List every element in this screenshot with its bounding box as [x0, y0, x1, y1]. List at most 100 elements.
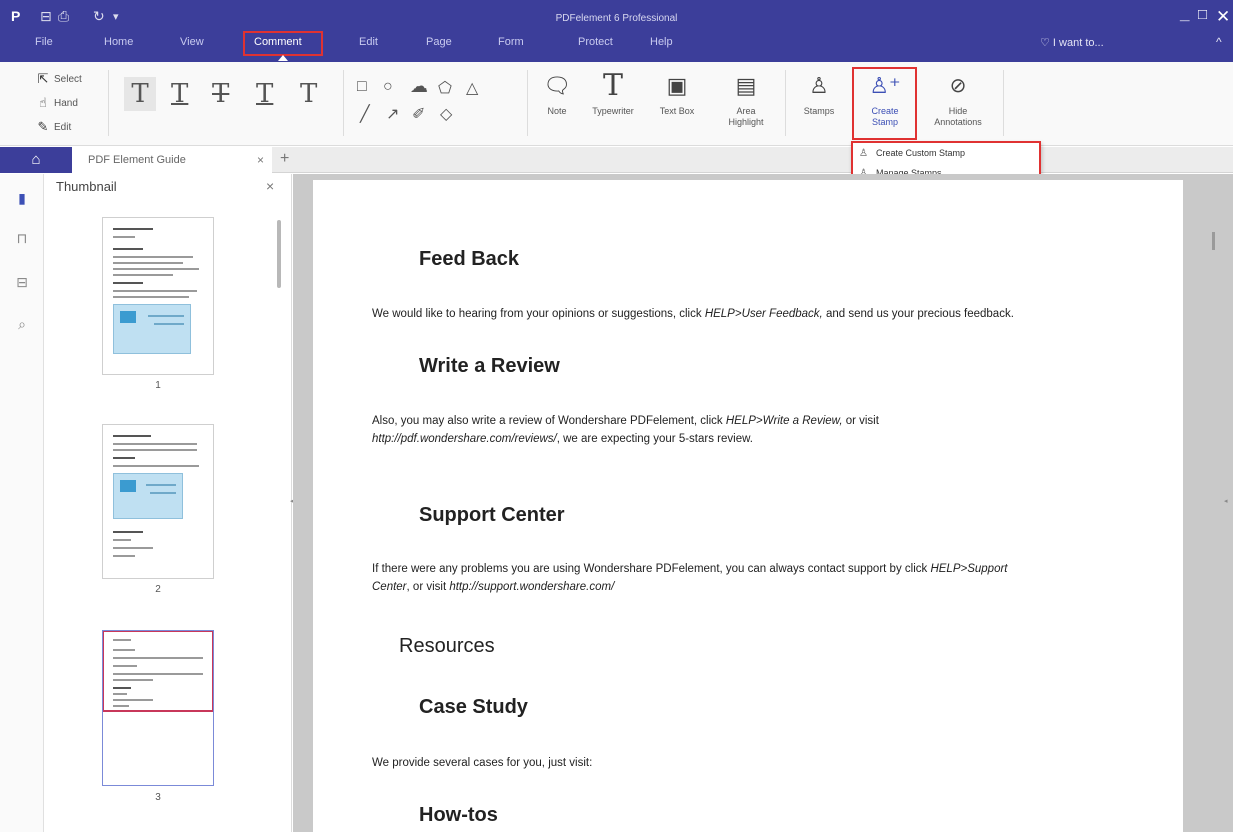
- comment-tab-highlight: [243, 31, 323, 56]
- support-heading: Support Center: [419, 504, 565, 526]
- i-want-to-label: I want to...: [1052, 37, 1104, 49]
- document-tab-bar: ⌂ PDF Element Guide × +: [0, 147, 1233, 173]
- right-panel-handle[interactable]: ◂: [1224, 497, 1228, 505]
- area-highlight-label-2: Highlight: [728, 117, 764, 127]
- document-viewer: Feed Back We would like to hearing from …: [293, 174, 1233, 832]
- select-mode-button[interactable]: ⇱ Select: [36, 70, 82, 88]
- menu-page[interactable]: Page: [426, 36, 452, 48]
- hide-label-1: Hide: [948, 106, 968, 116]
- strikethrough-text-tool[interactable]: T: [212, 79, 229, 109]
- support-url-link[interactable]: http://support.wondershare.com/: [449, 581, 614, 593]
- typewriter-button[interactable]: T Typewriter: [588, 66, 638, 117]
- create-stamp-highlight: [852, 67, 917, 140]
- cloud-icon[interactable]: ☁: [410, 76, 428, 97]
- insert-text-tool[interactable]: T: [300, 79, 317, 109]
- hand-label: Hand: [54, 97, 78, 109]
- edit-mode-button[interactable]: ✎ Edit: [36, 118, 72, 136]
- close-tab-icon[interactable]: ×: [257, 147, 264, 173]
- polygon-icon[interactable]: ⬠: [438, 78, 452, 98]
- document-tab-label: PDF Element Guide: [88, 154, 186, 166]
- close-panel-icon[interactable]: ×: [266, 178, 274, 194]
- ribbon-divider: [343, 70, 344, 136]
- connected-lines-icon[interactable]: △: [466, 78, 478, 98]
- custom-stamp-icon: ♙: [859, 147, 868, 159]
- hide-annotations-button[interactable]: ⊘ Hide Annotations: [925, 66, 991, 128]
- review-heading: Write a Review: [419, 355, 560, 377]
- highlight-text-tool[interactable]: T: [124, 77, 156, 111]
- area-highlight-label-1: Area: [736, 106, 756, 116]
- comment-list-icon[interactable]: ⊟: [0, 274, 44, 291]
- support-link[interactable]: HELP>Support: [930, 563, 1007, 575]
- feedback-link[interactable]: HELP>User Feedback,: [705, 308, 823, 320]
- thumbnail-panel: Thumbnail × 1 2 3: [44, 174, 292, 832]
- line-icon[interactable]: ╱: [360, 104, 370, 124]
- menu-view[interactable]: View: [180, 36, 204, 48]
- page-thumbnail-1[interactable]: [102, 217, 214, 375]
- write-review-link[interactable]: HELP>Write a Review,: [726, 415, 843, 427]
- feedback-paragraph: We would like to hearing from your opini…: [372, 308, 1014, 320]
- howtos-heading: How-tos: [419, 804, 498, 826]
- resources-heading: Resources: [399, 635, 495, 657]
- arrow-icon[interactable]: ↗: [386, 104, 399, 124]
- collapse-ribbon-icon[interactable]: ^: [1216, 35, 1222, 49]
- left-sidebar-rail: ▮ ⊓ ⊟ ⌕: [0, 174, 44, 832]
- pdf-page: Feed Back We would like to hearing from …: [313, 180, 1183, 832]
- oval-icon[interactable]: ○: [383, 78, 393, 96]
- eye-slash-icon: ⊘: [949, 75, 967, 97]
- menu-help[interactable]: Help: [650, 36, 673, 48]
- page-thumbnail-2[interactable]: [102, 424, 214, 579]
- text-box-button[interactable]: ▣ Text Box: [651, 66, 703, 117]
- select-cursor-icon: ⇱: [37, 71, 49, 86]
- menu-protect[interactable]: Protect: [578, 36, 613, 48]
- pencil-icon[interactable]: ✐: [412, 104, 425, 124]
- title-bar: P ⊟ ⎙ ↻ ▾ PDFelement 6 Professional _ □ …: [0, 0, 1233, 62]
- page-number-3: 3: [155, 792, 161, 803]
- area-highlight-button[interactable]: ▤ Area Highlight: [720, 66, 772, 128]
- page-thumbnail-3[interactable]: [102, 630, 214, 786]
- feedback-heading: Feed Back: [419, 248, 520, 270]
- search-icon[interactable]: ⌕: [0, 316, 44, 333]
- ribbon-divider: [527, 70, 528, 136]
- ribbon-divider: [785, 70, 786, 136]
- edit-label: Edit: [54, 121, 72, 133]
- menu-form[interactable]: Form: [498, 36, 524, 48]
- bookmark-icon[interactable]: ⊓: [0, 230, 44, 247]
- ribbon-divider: [1003, 70, 1004, 136]
- thumbnail-panel-icon[interactable]: ▮: [0, 190, 44, 207]
- document-tab[interactable]: PDF Element Guide: [72, 147, 272, 173]
- menu-home[interactable]: Home: [104, 36, 133, 48]
- comment-ribbon: ⇱ Select ☝ Hand ✎ Edit T T T T T □ ○ ☁ ⬠ △ …: [0, 62, 1233, 146]
- hand-icon: ☝: [39, 95, 47, 110]
- case-study-paragraph: We provide several cases for you, just v…: [372, 757, 593, 769]
- page-number-1: 1: [155, 380, 161, 391]
- stamps-label: Stamps: [803, 106, 835, 116]
- stamps-button[interactable]: ♙ Stamps: [797, 66, 841, 117]
- close-button[interactable]: ✕: [1216, 7, 1230, 27]
- case-study-heading: Case Study: [419, 696, 528, 718]
- reviews-url-link[interactable]: http://pdf.wondershare.com/reviews/: [372, 433, 557, 445]
- thumbnail-panel-title: Thumbnail: [56, 179, 117, 194]
- menu-file[interactable]: File: [35, 36, 53, 48]
- home-icon: ⌂: [31, 151, 41, 168]
- rectangle-icon[interactable]: □: [357, 78, 367, 96]
- ribbon-divider: [108, 70, 109, 136]
- viewer-scrollbar[interactable]: [1212, 232, 1215, 250]
- review-paragraph: Also, you may also write a review of Won…: [372, 415, 879, 445]
- maximize-button[interactable]: □: [1198, 6, 1207, 23]
- menu-item-create-custom-stamp[interactable]: ♙ Create Custom Stamp: [853, 143, 1039, 163]
- i-want-to-search[interactable]: ♡ I want to...: [1040, 36, 1104, 49]
- home-tab[interactable]: ⌂: [0, 147, 72, 173]
- typewriter-icon: T: [602, 68, 623, 103]
- menu-edit[interactable]: Edit: [359, 36, 378, 48]
- squiggly-text-tool[interactable]: T: [256, 79, 273, 109]
- eraser-icon[interactable]: ◇: [440, 104, 452, 124]
- underline-text-tool[interactable]: T: [171, 79, 188, 109]
- minimize-button[interactable]: _: [1180, 4, 1189, 24]
- typewriter-label: Typewriter: [592, 106, 634, 116]
- add-tab-icon[interactable]: +: [280, 147, 289, 171]
- hand-mode-button[interactable]: ☝ Hand: [36, 94, 78, 112]
- note-button[interactable]: 🗨 Note: [535, 66, 579, 117]
- thumbnail-scrollbar[interactable]: [277, 220, 281, 288]
- active-tab-caret-icon: [278, 55, 288, 61]
- note-icon: 🗨: [543, 73, 571, 98]
